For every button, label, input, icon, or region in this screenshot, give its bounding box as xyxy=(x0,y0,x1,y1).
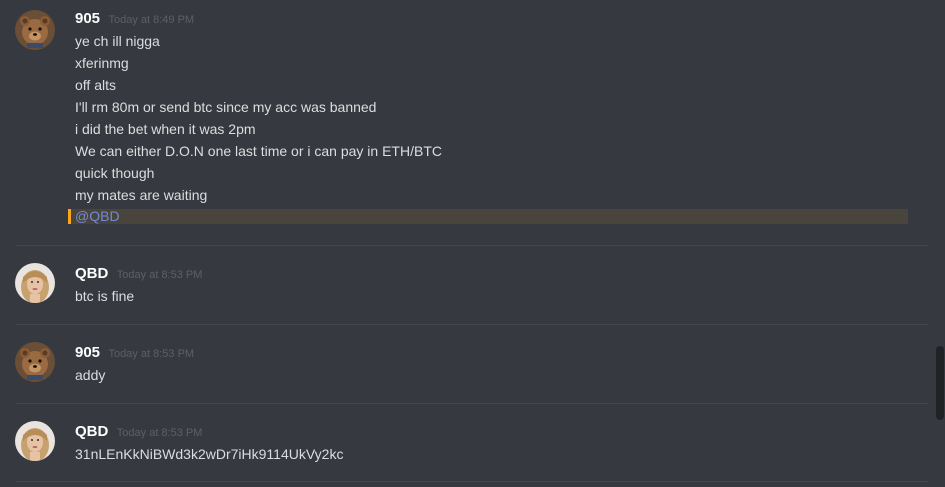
message-divider xyxy=(16,245,928,246)
chat-message-list: 905 Today at 8:49 PM ye ch ill nigga xfe… xyxy=(0,0,945,487)
timestamp: Today at 8:49 PM xyxy=(108,14,195,26)
user-mention[interactable]: @QBD xyxy=(75,205,120,227)
timestamp: Today at 8:53 PM xyxy=(116,427,203,439)
scrollbar-thumb[interactable] xyxy=(936,346,944,420)
username[interactable]: 905 xyxy=(75,10,100,27)
message-text: my mates are waiting xyxy=(75,187,208,203)
message-divider xyxy=(16,481,928,482)
timestamp: Today at 8:53 PM xyxy=(108,348,195,360)
message-header: 905 Today at 8:49 PM xyxy=(75,9,194,29)
message-text: xferinmg xyxy=(75,55,129,71)
woman-portrait-avatar-icon[interactable] xyxy=(15,421,55,461)
mention-highlight: @QBD xyxy=(68,208,908,224)
message-text: 31nLEnKkNiBWd3k2wDr7iHk9114UkVy2kc xyxy=(75,446,344,462)
message-text: We can either D.O.N one last time or i c… xyxy=(75,143,442,159)
message-divider xyxy=(16,403,928,404)
message-header: 905 Today at 8:53 PM xyxy=(75,343,194,363)
teddy-bear-avatar-icon[interactable] xyxy=(15,342,55,382)
message-text: i did the bet when it was 2pm xyxy=(75,121,256,137)
timestamp: Today at 8:53 PM xyxy=(116,269,203,281)
message-text: addy xyxy=(75,367,106,383)
username[interactable]: 905 xyxy=(75,344,100,361)
woman-portrait-avatar-icon[interactable] xyxy=(15,263,55,303)
message-text: ye ch ill nigga xyxy=(75,33,160,49)
message-header: QBD Today at 8:53 PM xyxy=(75,422,202,442)
message-text: quick though xyxy=(75,165,155,181)
mention-bar xyxy=(68,209,71,224)
message-text: btc is fine xyxy=(75,288,135,304)
message-text: I'll rm 80m or send btc since my acc was… xyxy=(75,99,377,115)
message-header: QBD Today at 8:53 PM xyxy=(75,264,202,284)
message-text: off alts xyxy=(75,77,116,93)
username[interactable]: QBD xyxy=(75,423,108,440)
message-divider xyxy=(16,324,928,325)
username[interactable]: QBD xyxy=(75,265,108,282)
teddy-bear-avatar-icon[interactable] xyxy=(15,10,55,50)
